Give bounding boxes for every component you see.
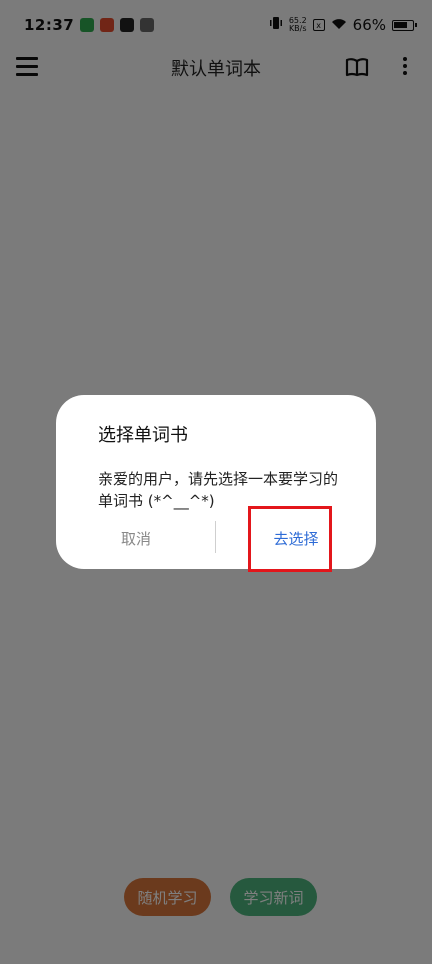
highlight-box: [248, 506, 332, 572]
dialog-button-divider: [215, 521, 216, 553]
dialog-title: 选择单词书: [98, 425, 188, 446]
cancel-button[interactable]: 取消: [96, 523, 176, 553]
